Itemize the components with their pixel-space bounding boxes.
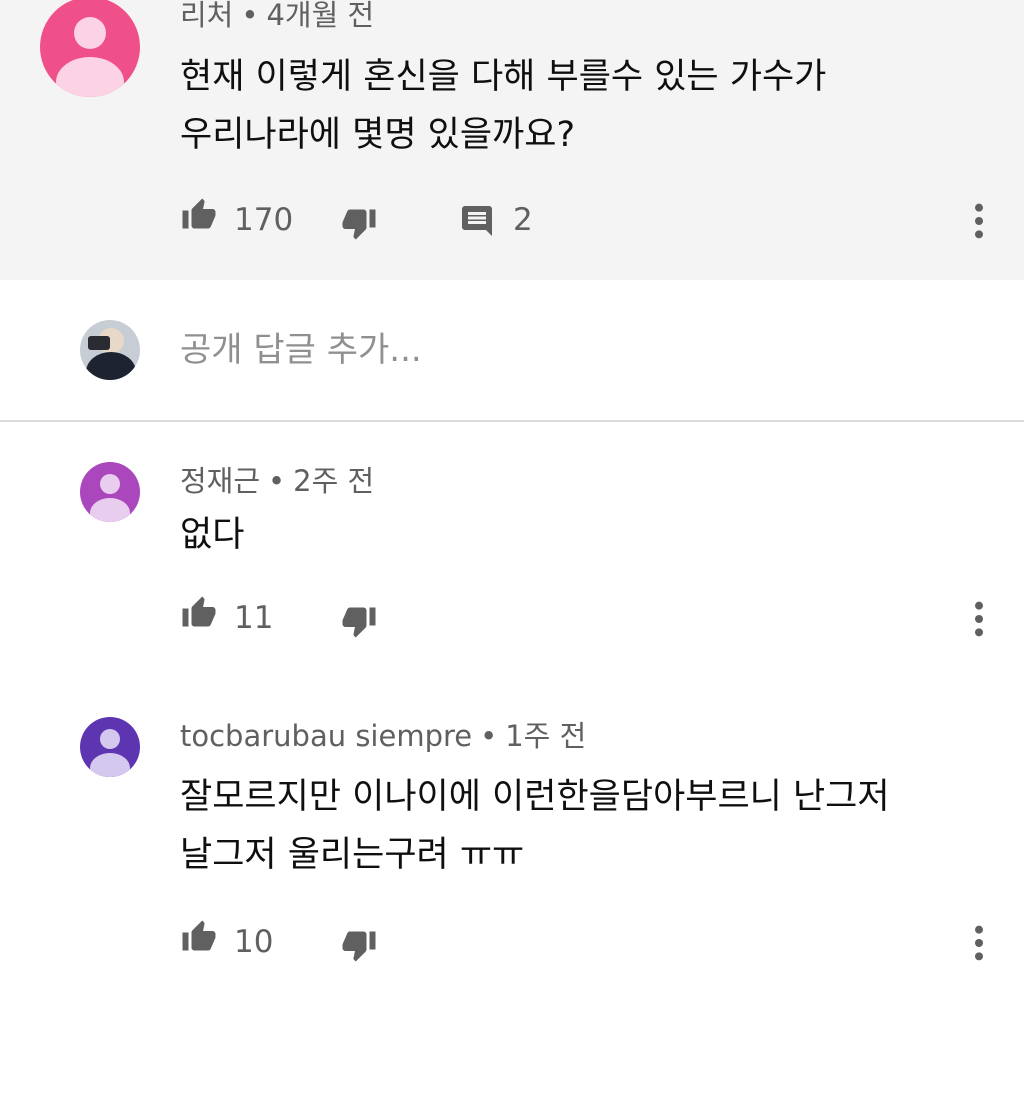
avatar-head-shape (100, 474, 120, 494)
avatar-photo-body (86, 352, 136, 380)
meta-separator: • (268, 464, 286, 498)
avatar-head-shape (100, 729, 120, 749)
comment-text: 없다 (180, 506, 244, 564)
comment-text: 현재 이렇게 혼신을 다해 부를수 있는 가수가 우리나라에 몇명 있을까요? (180, 48, 826, 164)
comment-text: 잘모르지만 이나이에 이런한을담아부르니 난그저 날그저 울리는구려 ㅠㅠ (180, 768, 890, 884)
like-count: 10 (234, 924, 274, 960)
comments-page: 리처 • 4개월 전 현재 이렇게 혼신을 다해 부를수 있는 가수가 우리나라에 … (0, 0, 1024, 1109)
thumb-down-icon[interactable] (340, 927, 378, 963)
comment-actions: 10 (0, 917, 1024, 967)
highlighted-comment: 리처 • 4개월 전 현재 이렇게 혼신을 다해 부를수 있는 가수가 우리나라에 … (0, 0, 1024, 280)
comment-text-line: 날그저 울리는구려 ㅠㅠ (180, 835, 525, 875)
comment-meta: 정재근 • 2주 전 (180, 463, 374, 499)
comment-author[interactable]: tocbarubau siempre (180, 719, 472, 753)
avatar[interactable] (40, 0, 140, 97)
comment-actions: 11 (0, 593, 1024, 643)
more-vert-icon[interactable] (965, 599, 993, 639)
comment-text-line: 현재 이렇게 혼신을 다해 부를수 있는 가수가 (180, 57, 827, 97)
reply-count[interactable]: 2 (513, 200, 533, 240)
thumb-up-icon[interactable] (180, 197, 218, 233)
add-reply-input[interactable] (180, 328, 880, 372)
more-vert-icon[interactable] (965, 201, 993, 241)
like-count: 11 (234, 600, 274, 636)
comment-author[interactable]: 정재근 (180, 464, 260, 498)
thumb-down-icon[interactable] (340, 603, 378, 639)
add-reply-row (0, 280, 1024, 422)
more-vert-icon[interactable] (965, 923, 993, 963)
comment-text-line: 잘모르지만 이나이에 이런한을담아부르니 난그저 (180, 777, 890, 817)
comment-time: 2주 전 (293, 464, 375, 498)
comment-meta: tocbarubau siempre • 1주 전 (180, 718, 586, 754)
comment-author[interactable]: 리처 (180, 0, 233, 32)
thumb-up-icon[interactable] (180, 595, 218, 631)
avatar[interactable] (80, 717, 140, 777)
comment-meta: 리처 • 4개월 전 (180, 0, 374, 33)
thumb-up-icon[interactable] (180, 919, 218, 955)
avatar-head-shape (74, 17, 106, 49)
thumb-down-icon[interactable] (340, 205, 378, 241)
comment-actions: 170 2 (0, 195, 1024, 245)
avatar[interactable] (80, 462, 140, 522)
like-count: 170 (234, 202, 294, 238)
comment-time: 1주 전 (505, 719, 587, 753)
avatar-photo-detail (88, 336, 110, 350)
avatar-body-shape (90, 498, 130, 522)
comment-icon[interactable] (458, 203, 496, 239)
meta-separator: • (480, 719, 498, 753)
avatar-body-shape (56, 57, 124, 97)
comment-text-line: 없다 (180, 515, 245, 555)
comment-text-line: 우리나라에 몇명 있을까요? (180, 115, 576, 155)
current-user-avatar[interactable] (80, 320, 140, 380)
comment-time: 4개월 전 (266, 0, 375, 32)
meta-separator: • (241, 0, 259, 32)
avatar-body-shape (90, 753, 130, 777)
